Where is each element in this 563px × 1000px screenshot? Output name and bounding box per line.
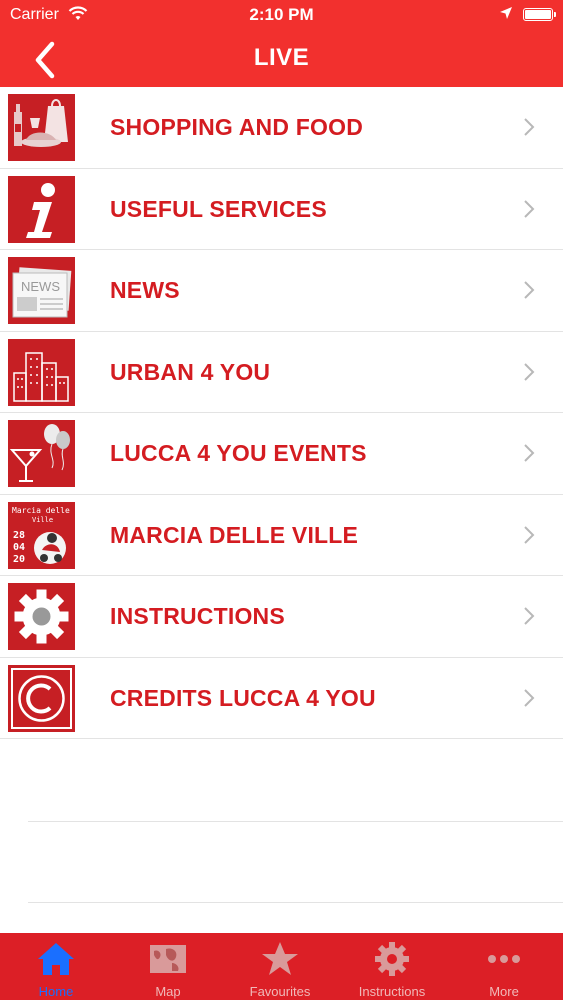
location-arrow-icon	[500, 7, 512, 19]
star-icon	[262, 942, 298, 975]
chevron-right-icon	[524, 281, 535, 299]
tab-map[interactable]: Map	[112, 933, 224, 1000]
tab-favourites[interactable]: Favourites	[224, 933, 336, 1000]
menu-item-shopping-and-food[interactable]: SHOPPING AND FOOD	[0, 87, 563, 169]
empty-row-divider	[28, 821, 563, 822]
copyright-icon	[8, 664, 75, 732]
tab-label: Favourites	[249, 984, 311, 999]
menu-item-label: USEFUL SERVICES	[110, 195, 327, 222]
svg-text:28: 28	[13, 530, 25, 541]
chevron-right-icon	[524, 444, 535, 462]
chevron-right-icon	[524, 118, 535, 136]
tab-home[interactable]: Home	[0, 933, 112, 1000]
menu-item-urban-4-you[interactable]: URBAN 4 YOU	[0, 332, 563, 413]
empty-row-divider	[28, 902, 563, 903]
menu-item-news[interactable]: NEWS NEWS	[0, 250, 563, 332]
chevron-right-icon	[524, 607, 535, 625]
svg-text:20: 20	[13, 554, 25, 565]
home-icon	[38, 943, 74, 975]
menu-item-label: NEWS	[110, 277, 180, 303]
menu-item-label: INSTRUCTIONS	[110, 603, 285, 629]
tab-label: More	[489, 984, 519, 999]
menu-item-marcia-delle-ville[interactable]: Marcia delle Ville 28 04 20 MARCIA DELLE…	[0, 495, 563, 576]
menu-item-label: LUCCA 4 YOU EVENTS	[110, 440, 367, 466]
menu-item-label: SHOPPING AND FOOD	[110, 114, 364, 140]
chevron-right-icon	[524, 199, 535, 218]
shopping-food-icon	[8, 94, 75, 161]
menu-item-useful-services[interactable]: USEFUL SERVICES	[0, 169, 563, 250]
page-title: LIVE	[253, 44, 310, 71]
tab-instructions[interactable]: Instructions	[336, 933, 448, 1000]
info-icon	[8, 175, 75, 243]
gear-icon	[375, 942, 409, 976]
city-buildings-icon	[8, 338, 75, 406]
tab-label: Home	[38, 984, 74, 999]
menu-item-label: CREDITS LUCCA 4 YOU	[110, 684, 376, 711]
battery-icon	[523, 8, 556, 21]
menu-item-instructions[interactable]: INSTRUCTIONS	[0, 576, 563, 658]
chevron-right-icon	[524, 688, 535, 707]
tab-label: Map	[155, 984, 181, 999]
clock: 2:10 PM	[249, 5, 314, 24]
chevron-right-icon	[524, 362, 535, 381]
map-icon	[150, 945, 186, 973]
menu-item-credits-lucca-4-you[interactable]: CREDITS LUCCA 4 YOU	[0, 658, 563, 739]
svg-text:NEWS: NEWS	[21, 279, 60, 294]
svg-text:04: 04	[13, 542, 25, 553]
gear-icon	[8, 583, 75, 650]
tab-more[interactable]: More	[448, 933, 560, 1000]
menu-item-lucca-4-you-events[interactable]: LUCCA 4 YOU EVENTS	[0, 413, 563, 495]
menu-item-label: URBAN 4 YOU	[110, 358, 271, 385]
tab-bar: Home Map Favourites Instructions More	[0, 933, 563, 1000]
tab-label: Instructions	[358, 984, 426, 999]
cocktail-balloons-icon	[8, 420, 75, 487]
newspaper-icon: NEWS	[8, 257, 75, 324]
svg-text:Marcia delle: Marcia delle	[12, 506, 70, 515]
marcia-delle-ville-logo: Marcia delle Ville 28 04 20	[8, 501, 75, 569]
svg-text:Ville: Ville	[32, 516, 53, 524]
chevron-right-icon	[524, 525, 535, 544]
navigation-bar: LIVE	[0, 30, 563, 87]
more-dots-icon	[488, 955, 520, 963]
menu-item-label: MARCIA DELLE VILLE	[110, 521, 359, 548]
menu-list: SHOPPING AND FOOD USEFUL SERVICES NEWS N	[0, 87, 563, 739]
status-bar: Carrier 2:10 PM	[0, 0, 563, 30]
